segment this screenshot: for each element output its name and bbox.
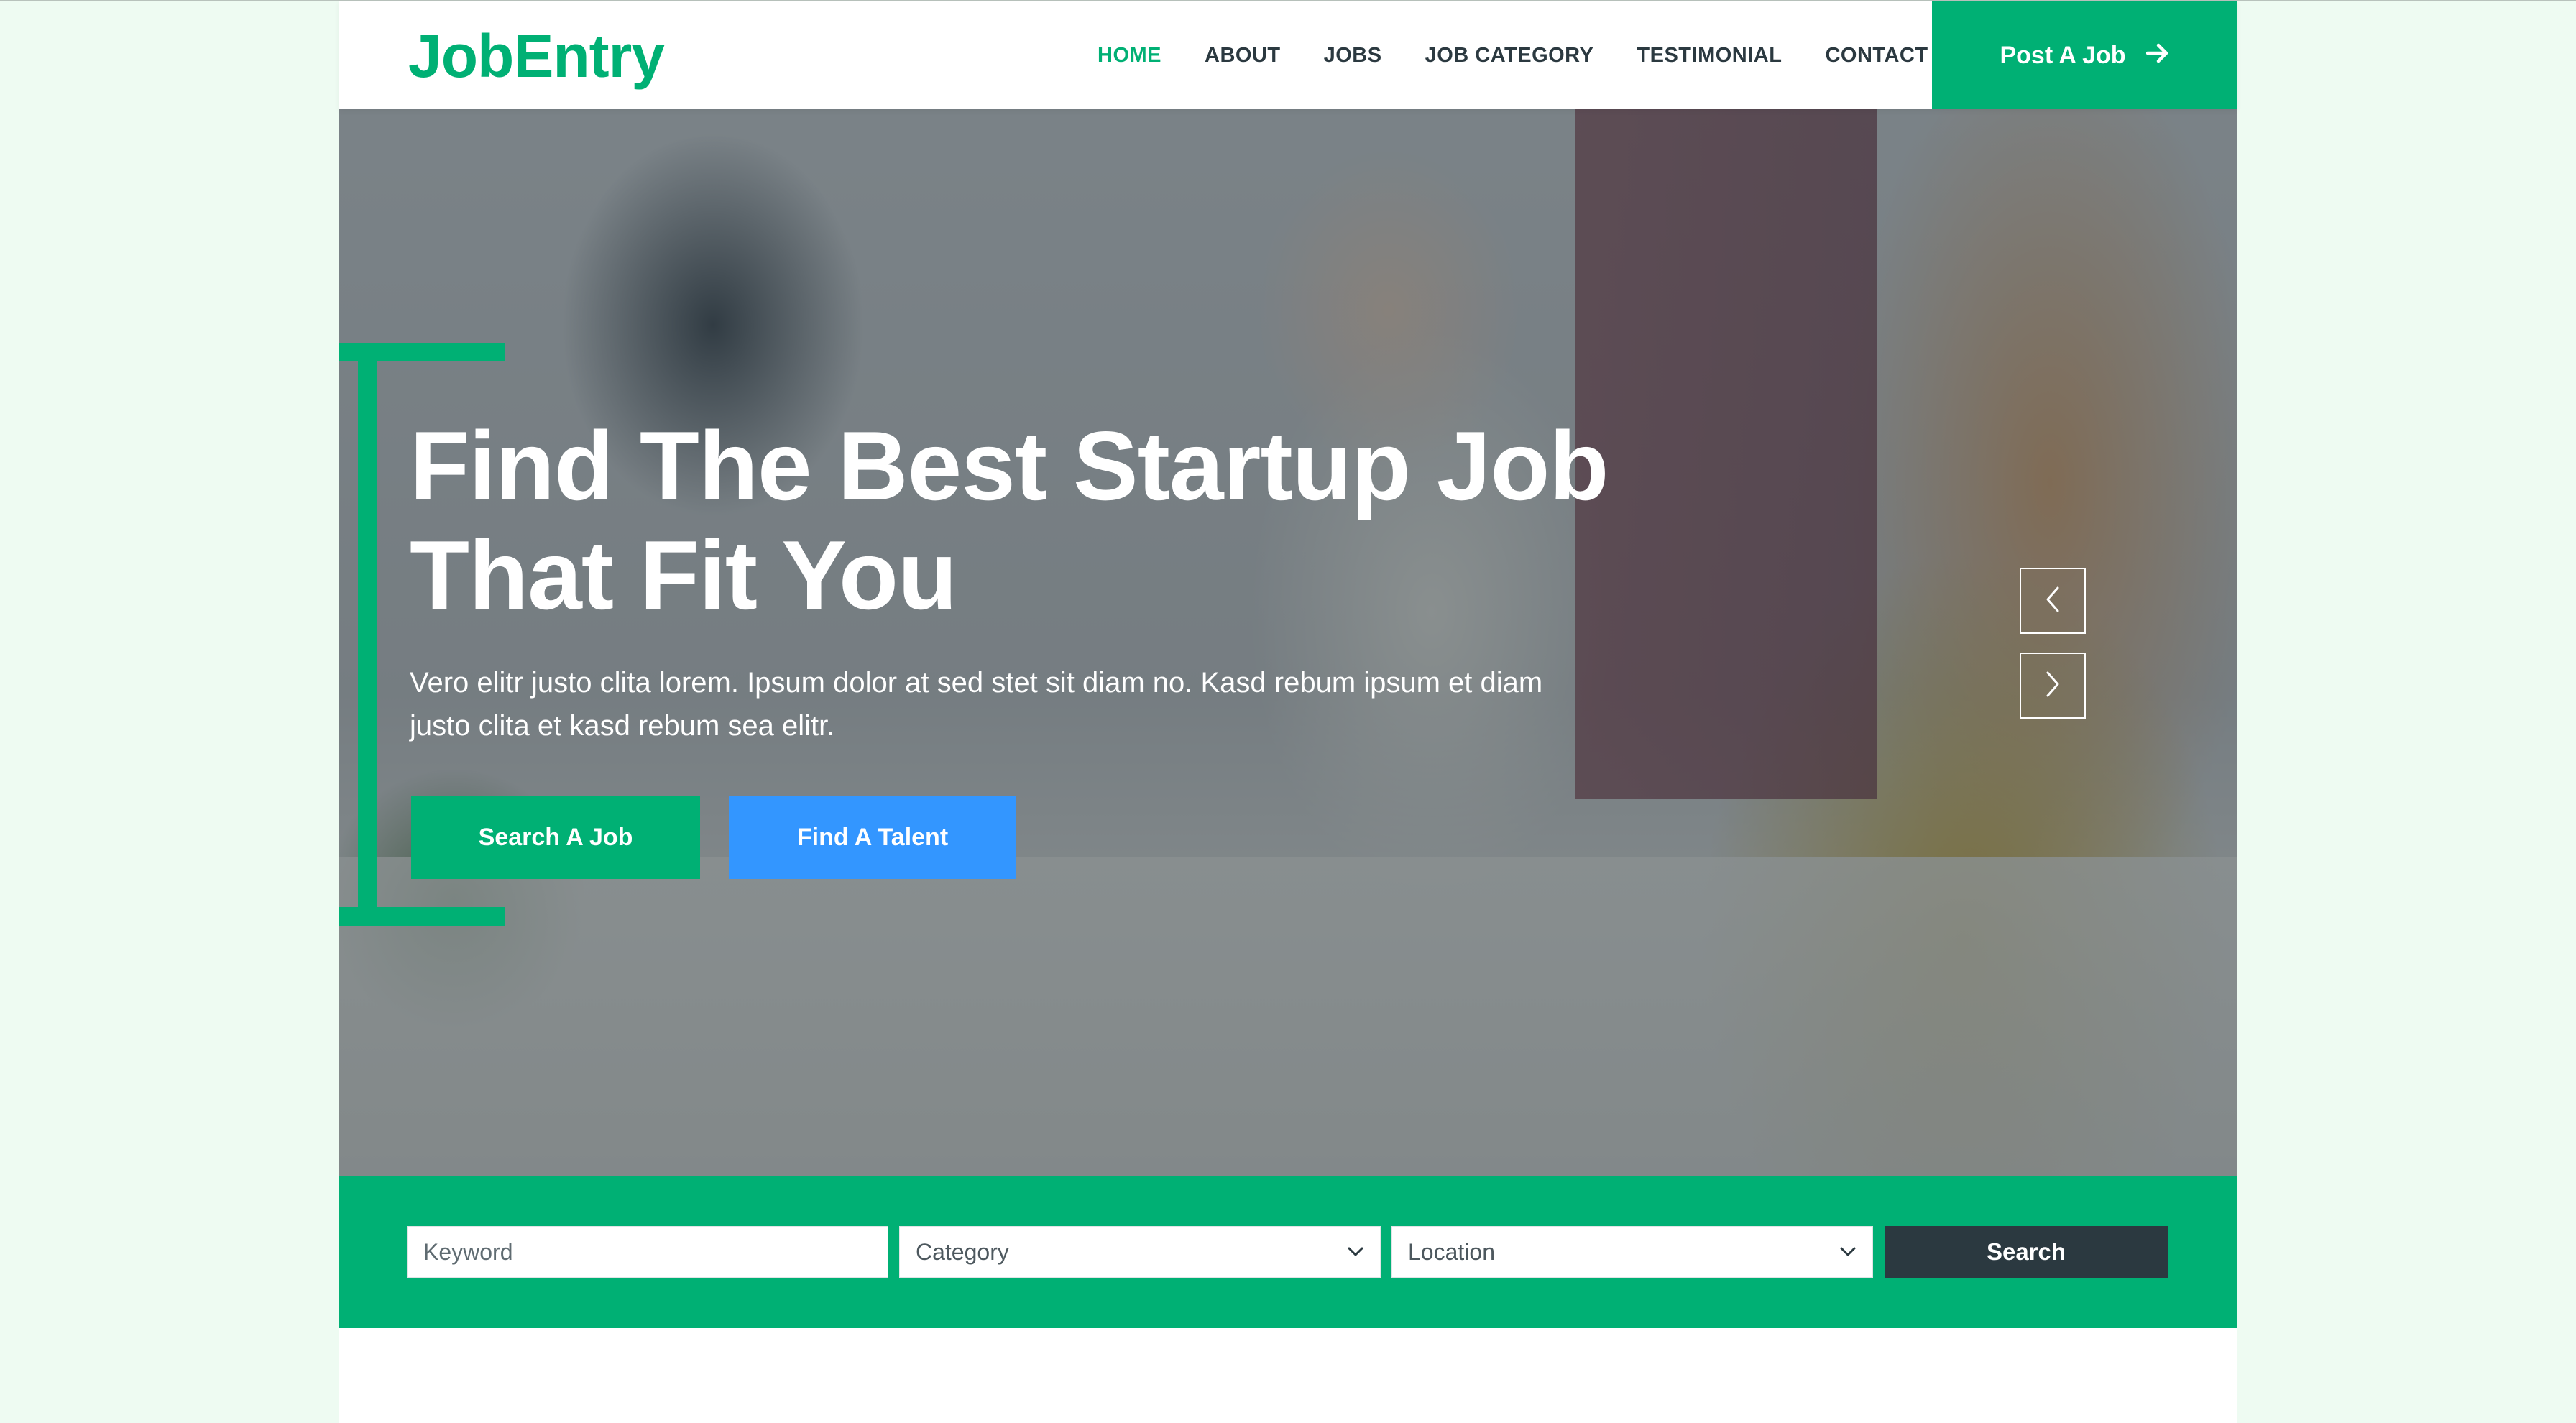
nav-item-testimonial[interactable]: TESTIMONIAL bbox=[1637, 44, 1782, 68]
decor-bracket-bottom bbox=[339, 907, 505, 926]
nav-item-home[interactable]: HOME bbox=[1098, 44, 1162, 68]
hero-title: Find The Best Startup Job That Fit You bbox=[410, 411, 1632, 630]
chevron-down-icon bbox=[1839, 1243, 1857, 1261]
hero-title-line-1: Find The Best Startup Job bbox=[410, 411, 1609, 520]
brand-logo[interactable]: JobEntry bbox=[408, 22, 665, 91]
post-a-job-label: Post A Job bbox=[2000, 41, 2126, 69]
hero-overlay bbox=[339, 109, 2237, 1176]
carousel-next-button[interactable] bbox=[2020, 653, 2086, 719]
nav-item-about[interactable]: ABOUT bbox=[1205, 44, 1281, 68]
category-select-value: Category bbox=[916, 1238, 1009, 1265]
chevron-left-icon bbox=[2042, 585, 2064, 617]
post-a-job-button[interactable]: Post A Job bbox=[1932, 1, 2237, 109]
hero-title-line-2: That Fit You bbox=[410, 520, 957, 630]
page-container: JobEntry HOME ABOUT JOBS JOB CATEGORY TE… bbox=[339, 1, 2237, 1423]
hero-carousel: Find The Best Startup Job That Fit You V… bbox=[339, 109, 2237, 1176]
nav-item-jobs[interactable]: JOBS bbox=[1324, 44, 1382, 68]
nav-item-contact[interactable]: CONTACT bbox=[1825, 44, 1928, 68]
arrow-right-icon bbox=[2145, 42, 2169, 70]
search-a-job-button[interactable]: Search A Job bbox=[411, 796, 700, 879]
category-select[interactable]: Category bbox=[899, 1226, 1381, 1278]
chevron-down-icon bbox=[1347, 1243, 1364, 1261]
chevron-right-icon bbox=[2042, 670, 2064, 702]
decor-bracket-left bbox=[358, 343, 377, 925]
navbar: JobEntry HOME ABOUT JOBS JOB CATEGORY TE… bbox=[339, 1, 2237, 109]
location-select[interactable]: Location bbox=[1392, 1226, 1873, 1278]
keyword-input[interactable] bbox=[423, 1238, 872, 1266]
keyword-field[interactable] bbox=[407, 1226, 888, 1278]
hero-description: Vero elitr justo clita lorem. Ipsum dolo… bbox=[410, 667, 1543, 742]
job-search-bar: Category Location Search bbox=[339, 1176, 2237, 1328]
search-button[interactable]: Search bbox=[1885, 1226, 2168, 1278]
nav-item-job-category[interactable]: JOB CATEGORY bbox=[1425, 44, 1594, 68]
location-select-value: Location bbox=[1408, 1238, 1495, 1265]
main-nav: HOME ABOUT JOBS JOB CATEGORY TESTIMONIAL… bbox=[1098, 1, 1928, 109]
find-a-talent-button[interactable]: Find A Talent bbox=[729, 796, 1016, 879]
carousel-prev-button[interactable] bbox=[2020, 568, 2086, 634]
